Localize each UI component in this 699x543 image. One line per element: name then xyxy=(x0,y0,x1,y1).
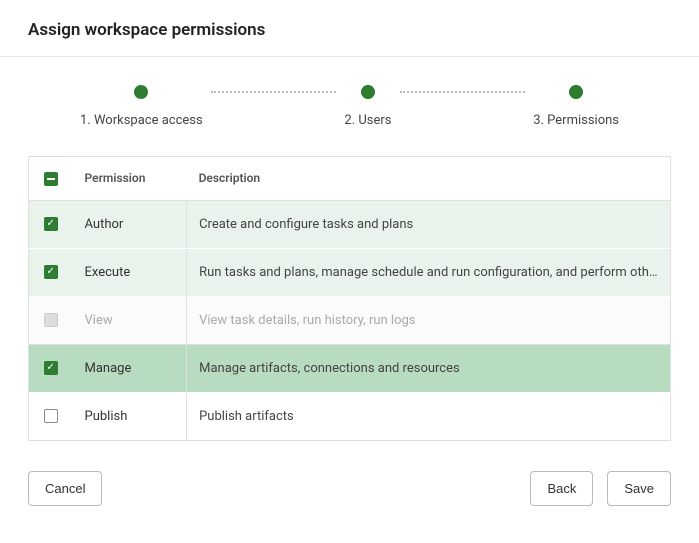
column-header-permission: Permission xyxy=(73,157,187,201)
checkmark-icon: ✓ xyxy=(47,363,55,373)
permission-description: Manage artifacts, connections and resour… xyxy=(187,344,671,392)
permission-description: Run tasks and plans, manage schedule and… xyxy=(187,248,671,296)
step-permissions[interactable]: 3. Permissions xyxy=(533,85,619,128)
permissions-table: Permission Description ✓ AuthorCreate and… xyxy=(28,156,671,441)
table-row[interactable]: ViewView task details, run history, run … xyxy=(29,296,671,344)
step-label: 2. Users xyxy=(344,113,391,128)
permission-description: Create and configure tasks and plans xyxy=(187,200,671,248)
permission-name: Execute xyxy=(73,248,187,296)
table-row[interactable]: ✓ ManageManage artifacts, connections and… xyxy=(29,344,671,392)
permission-name: Author xyxy=(73,200,187,248)
row-checkbox[interactable]: ✓ xyxy=(44,361,58,375)
indeterminate-icon xyxy=(47,178,55,180)
step-connector xyxy=(211,85,337,99)
permission-description: View task details, run history, run logs xyxy=(187,296,671,344)
step-workspace-access[interactable]: 1. Workspace access xyxy=(80,85,203,128)
stepper: 1. Workspace access 2. Users 3. Permissi… xyxy=(0,57,699,156)
step-label: 3. Permissions xyxy=(533,113,619,128)
permission-name: View xyxy=(73,296,187,344)
row-checkbox xyxy=(44,313,58,327)
permission-description: Publish artifacts xyxy=(187,392,671,440)
table-row[interactable]: ✓ ExecuteRun tasks and plans, manage sche… xyxy=(29,248,671,296)
table-row[interactable]: PublishPublish artifacts xyxy=(29,392,671,440)
cancel-button[interactable]: Cancel xyxy=(28,471,102,506)
step-dot-icon xyxy=(569,85,583,99)
row-checkbox[interactable]: ✓ xyxy=(44,217,58,231)
step-connector xyxy=(400,85,526,99)
checkmark-icon: ✓ xyxy=(47,267,55,277)
checkmark-icon: ✓ xyxy=(47,219,55,229)
row-checkbox[interactable]: ✓ xyxy=(44,265,58,279)
step-dot-icon xyxy=(134,85,148,99)
row-checkbox[interactable] xyxy=(44,409,58,423)
step-label: 1. Workspace access xyxy=(80,113,203,128)
page-title: Assign workspace permissions xyxy=(28,20,671,40)
save-button[interactable]: Save xyxy=(607,471,671,506)
step-users[interactable]: 2. Users xyxy=(344,85,391,128)
column-header-description: Description xyxy=(187,157,671,201)
table-row[interactable]: ✓ AuthorCreate and configure tasks and pl… xyxy=(29,200,671,248)
permission-name: Publish xyxy=(73,392,187,440)
select-all-checkbox[interactable] xyxy=(44,172,58,186)
step-dot-icon xyxy=(361,85,375,99)
back-button[interactable]: Back xyxy=(530,471,593,506)
permission-name: Manage xyxy=(73,344,187,392)
